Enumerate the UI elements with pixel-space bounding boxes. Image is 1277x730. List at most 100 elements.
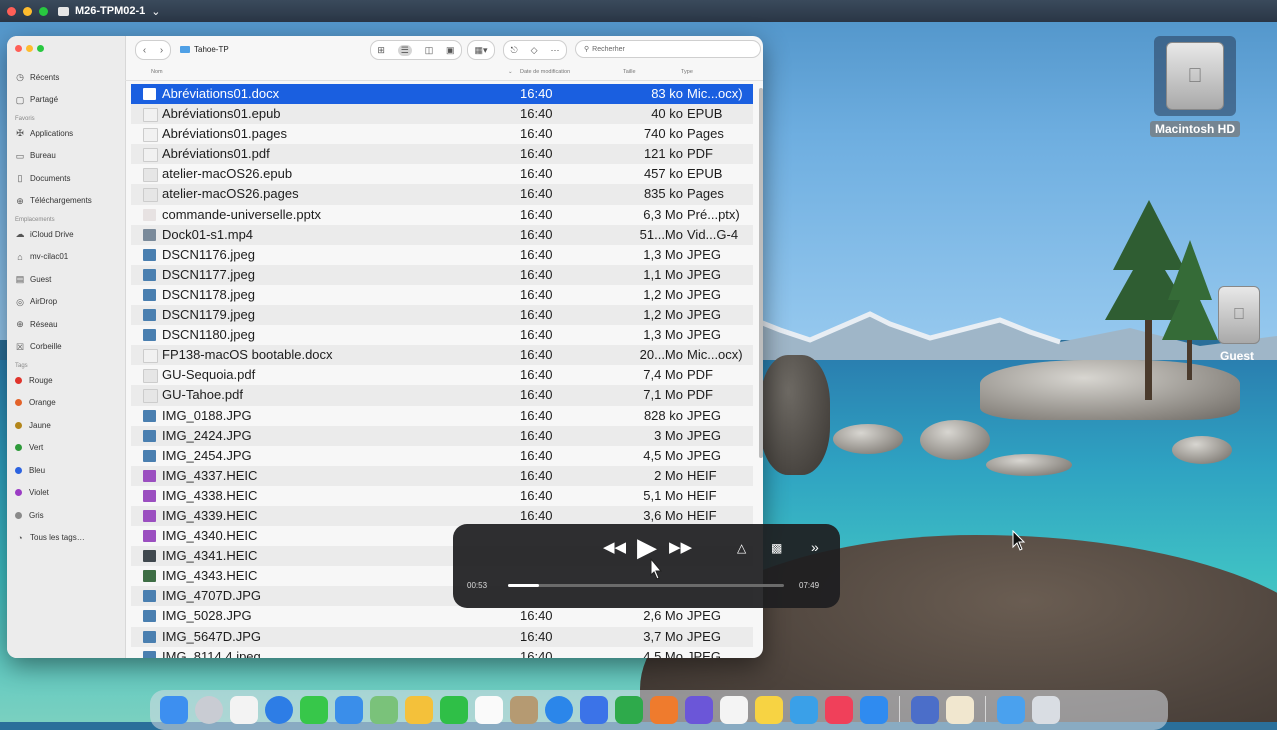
file-row[interactable]: Dock01-s1.mp4 16:40 51...Mo Vid...G-4 — [131, 224, 753, 245]
file-row[interactable]: FP138-macOS bootable.docx 16:40 20...Mo Mic… — [131, 345, 753, 366]
sidebar-tag-item[interactable]: Jaune — [7, 414, 125, 437]
sidebar-tag-item[interactable]: Gris — [7, 504, 125, 527]
column-header-date[interactable]: Date de modification — [520, 69, 570, 75]
mail-app-icon[interactable] — [335, 696, 363, 724]
desktop-icon-guest[interactable]:  Guest — [1214, 286, 1277, 365]
vm-title-menu[interactable]: M26-TPM02-1 ⌄ — [58, 5, 161, 18]
tag-icon[interactable]: ◇ — [531, 45, 538, 56]
sidebar-tag-item[interactable]: Bleu — [7, 459, 125, 482]
messages-app-icon[interactable] — [300, 696, 328, 724]
picture-in-picture-icon[interactable]: ▩ — [771, 541, 782, 555]
notes-app-icon[interactable] — [685, 696, 713, 724]
sidebar-item-0[interactable]: ◷ Récents — [7, 66, 125, 89]
downloads-folder-icon[interactable] — [997, 696, 1025, 724]
sidebar-item-location[interactable]: ☒ Corbeille — [7, 336, 125, 359]
photos-app-icon[interactable] — [405, 696, 433, 724]
group-button[interactable]: ▦▾ — [467, 40, 495, 60]
sidebar-all-tags[interactable]: ◔ Tous les tags… — [7, 527, 125, 550]
calendar-app-icon[interactable] — [475, 696, 503, 724]
tv-app-icon[interactable] — [790, 696, 818, 724]
reminders-app-icon[interactable] — [545, 696, 573, 724]
back-icon[interactable]: ‹ — [143, 45, 146, 56]
fast-forward-icon[interactable]: ▶▶ — [669, 538, 692, 556]
file-row[interactable]: GU-Tahoe.pdf 16:40 7,1 Mo PDF — [131, 385, 753, 406]
file-row[interactable]: IMG_8114 4.jpeg 16:40 4,5 Mo JPEG — [131, 647, 753, 658]
quicktime-app-icon[interactable] — [911, 696, 939, 724]
sidebar-item-location[interactable]: ▤ Guest — [7, 268, 125, 291]
music-app-icon[interactable] — [825, 696, 853, 724]
stickies-app-icon[interactable] — [755, 696, 783, 724]
sidebar-tag-item[interactable]: Vert — [7, 437, 125, 460]
file-row[interactable]: Abréviations01.pages 16:40 740 ko Pages — [131, 124, 753, 144]
file-row[interactable]: Abréviations01.epub 16:40 40 ko EPUB — [131, 104, 753, 125]
file-row[interactable]: DSCN1177.jpeg 16:40 1,1 Mo JPEG — [131, 264, 753, 285]
view-mode-selector[interactable]: ⊞ ☰ ◫ ▣ — [370, 40, 462, 60]
settings-app-icon[interactable] — [195, 696, 223, 724]
keynote-app-icon[interactable] — [580, 696, 608, 724]
share-icon[interactable]: ⎋ — [510, 45, 517, 56]
file-row[interactable]: IMG_5647D.JPG 16:40 3,7 Mo JPEG — [131, 626, 753, 647]
minimize-button[interactable] — [23, 6, 32, 16]
sidebar-item-1[interactable]: ▢ Partagé — [7, 89, 125, 112]
file-row[interactable]: commande-universelle.pptx 16:40 6,3 Mo Pré.… — [131, 205, 753, 225]
safari-app-icon[interactable] — [265, 696, 293, 724]
file-row[interactable]: IMG_5028.JPG 16:40 2,6 Mo JPEG — [131, 606, 753, 626]
column-view-icon[interactable]: ◫ — [425, 45, 434, 56]
numbers-app-icon[interactable] — [615, 696, 643, 724]
airplay-icon[interactable]: △ — [737, 541, 746, 555]
file-row[interactable]: IMG_0188.JPG 16:40 828 ko JPEG — [131, 406, 753, 426]
file-row[interactable]: atelier-macOS26.epub 16:40 457 ko EPUB — [131, 164, 753, 184]
finder-app-icon[interactable] — [160, 696, 188, 724]
file-row[interactable]: IMG_2424.JPG 16:40 3 Mo JPEG — [131, 425, 753, 446]
back-forward-buttons[interactable]: ‹ › — [135, 40, 171, 60]
file-row[interactable]: GU-Sequoia.pdf 16:40 7,4 Mo PDF — [131, 365, 753, 385]
contacts-app-icon[interactable] — [510, 696, 538, 724]
sidebar-item-favorite[interactable]: ▯ Documents — [7, 167, 125, 190]
file-row[interactable]: IMG_2454.JPG 16:40 4,5 Mo JPEG — [131, 446, 753, 466]
rewind-icon[interactable]: ◀◀ — [603, 538, 626, 556]
more-icon[interactable]: ⋯ — [551, 45, 560, 56]
column-header-size[interactable]: Taille — [623, 69, 636, 75]
sidebar-item-favorite[interactable]: ▭ Bureau — [7, 145, 125, 168]
file-row[interactable]: IMG_4337.HEIC 16:40 2 Mo HEIF — [131, 465, 753, 486]
file-row[interactable]: Abréviations01.docx 16:40 83 ko Mic...ocx) — [131, 84, 753, 105]
forward-icon[interactable]: › — [160, 45, 163, 56]
list-view-icon[interactable]: ☰ — [397, 44, 412, 56]
launchpad-app-icon[interactable] — [230, 696, 258, 724]
file-row[interactable]: atelier-macOS26.pages 16:40 835 ko Pages — [131, 184, 753, 205]
minimize-button[interactable] — [26, 45, 33, 52]
column-header-type[interactable]: Type — [681, 69, 693, 75]
zoom-button[interactable] — [37, 45, 44, 52]
pages-app-icon[interactable] — [650, 696, 678, 724]
scrollbar[interactable] — [759, 88, 763, 458]
sidebar-item-favorite[interactable]: ✠ Applications — [7, 122, 125, 145]
icon-view-icon[interactable]: ⊞ — [377, 45, 385, 56]
zoom-button[interactable] — [39, 6, 48, 16]
sidebar-tag-item[interactable]: Rouge — [7, 369, 125, 392]
file-row[interactable]: DSCN1179.jpeg 16:40 1,2 Mo JPEG — [131, 305, 753, 326]
file-row[interactable]: Abréviations01.pdf 16:40 121 ko PDF — [131, 144, 753, 165]
close-button[interactable] — [15, 45, 22, 52]
freeform-app-icon[interactable] — [720, 696, 748, 724]
app-store-icon[interactable] — [860, 696, 888, 724]
close-button[interactable] — [7, 6, 16, 16]
trash-icon[interactable] — [1032, 696, 1060, 724]
file-row[interactable]: DSCN1178.jpeg 16:40 1,2 Mo JPEG — [131, 285, 753, 305]
sidebar-item-location[interactable]: ⌂ mv-cilac01 — [7, 246, 125, 269]
sidebar-item-favorite[interactable]: ⊕ Téléchargements — [7, 190, 125, 213]
file-row[interactable]: IMG_4338.HEIC 16:40 5,1 Mo HEIF — [131, 486, 753, 506]
playback-scrubber[interactable] — [508, 584, 784, 587]
preview-app-icon[interactable] — [946, 696, 974, 724]
file-row[interactable]: DSCN1176.jpeg 16:40 1,3 Mo JPEG — [131, 245, 753, 265]
column-header-name[interactable]: Nom — [151, 69, 163, 75]
sidebar-item-location[interactable]: ◎ AirDrop — [7, 291, 125, 314]
search-field[interactable]: ⚲ Recherher — [575, 40, 761, 58]
sidebar-tag-item[interactable]: Violet — [7, 482, 125, 505]
facetime-app-icon[interactable] — [440, 696, 468, 724]
more-controls-icon[interactable]: » — [811, 539, 819, 555]
file-row[interactable]: DSCN1180.jpeg 16:40 1,3 Mo JPEG — [131, 325, 753, 345]
sidebar-tag-item[interactable]: Orange — [7, 392, 125, 415]
maps-app-icon[interactable] — [370, 696, 398, 724]
gallery-view-icon[interactable]: ▣ — [446, 45, 455, 56]
sidebar-item-location[interactable]: ⊕ Réseau — [7, 313, 125, 336]
